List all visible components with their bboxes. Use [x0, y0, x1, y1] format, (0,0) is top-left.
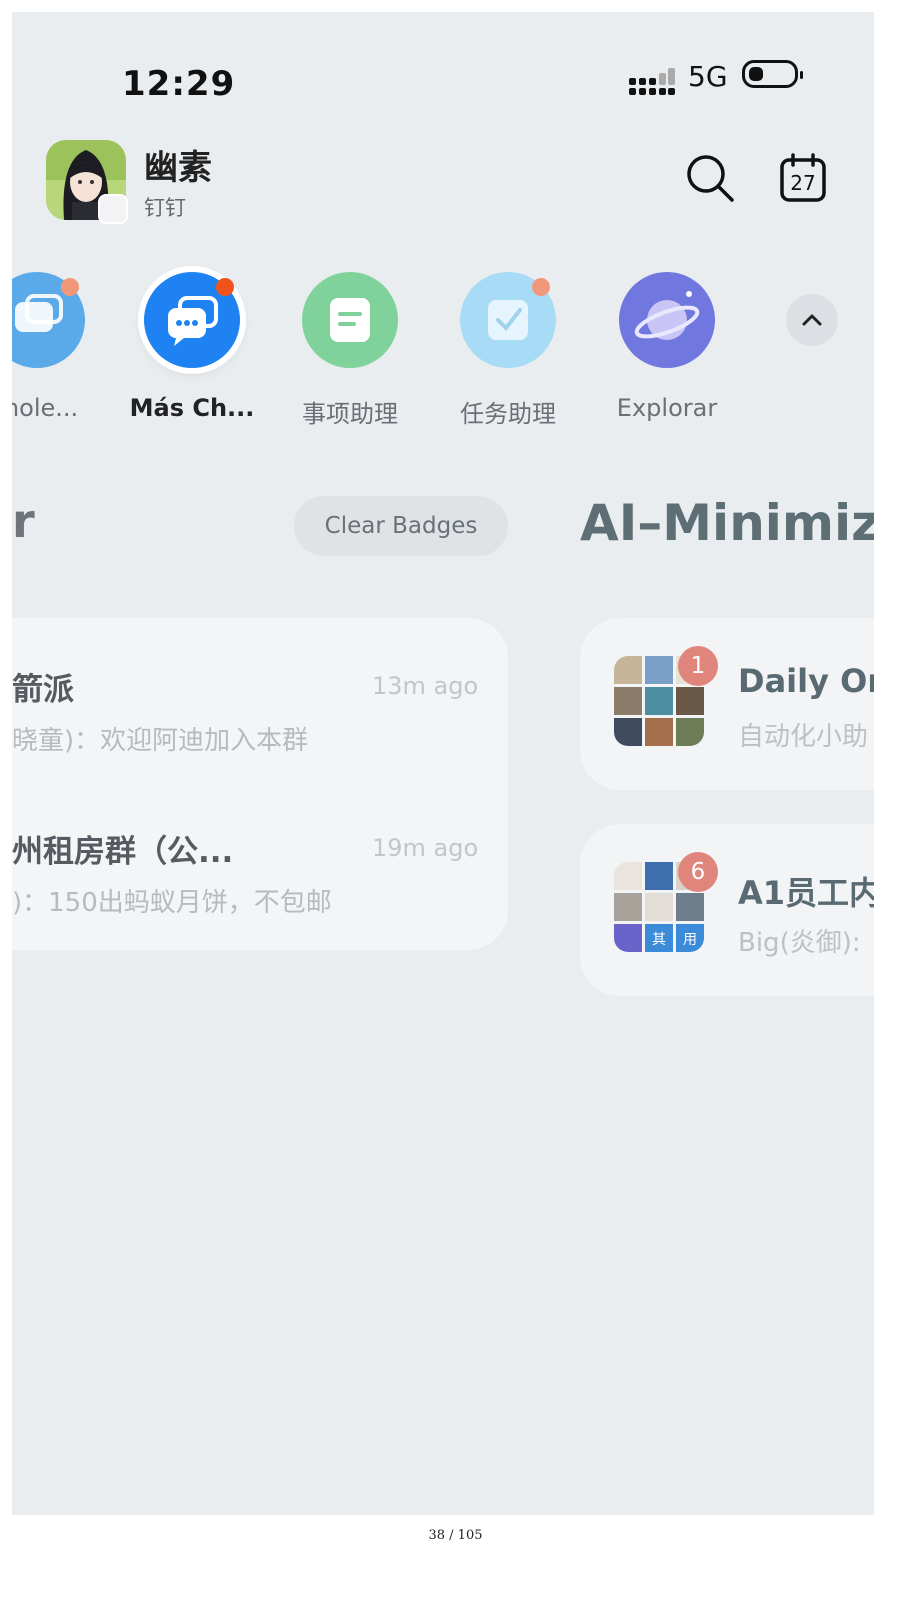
notification-dot — [61, 278, 79, 296]
app-mas-chat[interactable]: Más Ch... — [117, 272, 267, 422]
chat-preview: Big(炎御): — [738, 928, 861, 958]
user-name: 幽素 — [144, 148, 212, 188]
chat-time: 13m ago — [372, 672, 479, 700]
checkbox-icon — [460, 272, 556, 368]
org-name: 钉钉 — [144, 196, 186, 220]
chat-title[interactable]: 州租房群（公... — [12, 826, 233, 871]
app-task-assistant[interactable]: 事项助理 — [275, 272, 425, 429]
app-label: mole... — [12, 394, 79, 422]
status-time: 12:29 — [122, 64, 236, 104]
chat-title[interactable]: 箭派 — [12, 664, 74, 709]
chat-title: Daily On — [738, 662, 874, 700]
signal-icon — [629, 68, 675, 95]
calendar-day: 27 — [790, 171, 815, 195]
planet-icon — [619, 272, 715, 368]
chevron-up-icon — [802, 314, 822, 326]
unread-count-badge: 1 — [678, 646, 718, 686]
chat-bubble-icon — [144, 272, 240, 368]
app-mole[interactable]: mole... — [12, 272, 112, 422]
chat-card-daily[interactable]: 1 Daily On 自动化小助 — [580, 618, 874, 790]
chat-preview: 自动化小助 — [738, 722, 869, 752]
device-icon — [98, 194, 128, 224]
chat-time: 19m ago — [372, 834, 479, 862]
avatar-tag: 用 — [683, 932, 697, 948]
app-label: Más Ch... — [129, 394, 255, 422]
section-title: AI–Minimize — [580, 494, 874, 552]
chat-title: A1员工内 — [738, 874, 874, 912]
chat-preview: 晓童)：欢迎阿迪加入本群 — [12, 726, 309, 756]
network-label: 5G — [688, 60, 728, 93]
battery-icon — [742, 60, 803, 88]
section-title-left-fragment: r — [12, 494, 35, 548]
chat-card-left: 箭派 13m ago 晓童)：欢迎阿迪加入本群 州租房群（公... 19m ag… — [12, 618, 508, 950]
calendar-icon[interactable]: 27 — [778, 152, 830, 204]
notification-dot — [532, 278, 550, 296]
app-todo-assistant[interactable]: 任务助理 — [433, 272, 583, 429]
app-label: 事项助理 — [302, 400, 398, 428]
chat-bubble-icon — [12, 272, 85, 368]
app-explore[interactable]: Explorar — [592, 272, 742, 422]
unread-count-badge: 6 — [678, 852, 718, 892]
chat-card-a1[interactable]: 其 用 6 A1员工内 Big(炎御): — [580, 824, 874, 996]
app-label: 任务助理 — [460, 400, 556, 428]
page-indicator: 38 / 105 — [428, 1528, 483, 1543]
chat-preview: )：150出蚂蚁月饼，不包邮 — [12, 888, 332, 918]
notification-dot — [216, 278, 234, 296]
app-label: Explorar — [616, 394, 718, 422]
clear-badges-button[interactable]: Clear Badges — [294, 496, 508, 556]
avatar-tag: 其 — [652, 932, 666, 948]
search-icon[interactable] — [684, 152, 736, 204]
phone-screen: 12:29 5G 幽素 钉钉 27 ole... Más Ch... 事项助理 … — [12, 12, 874, 1515]
collapse-button[interactable] — [786, 294, 838, 346]
notepad-icon — [302, 272, 398, 368]
